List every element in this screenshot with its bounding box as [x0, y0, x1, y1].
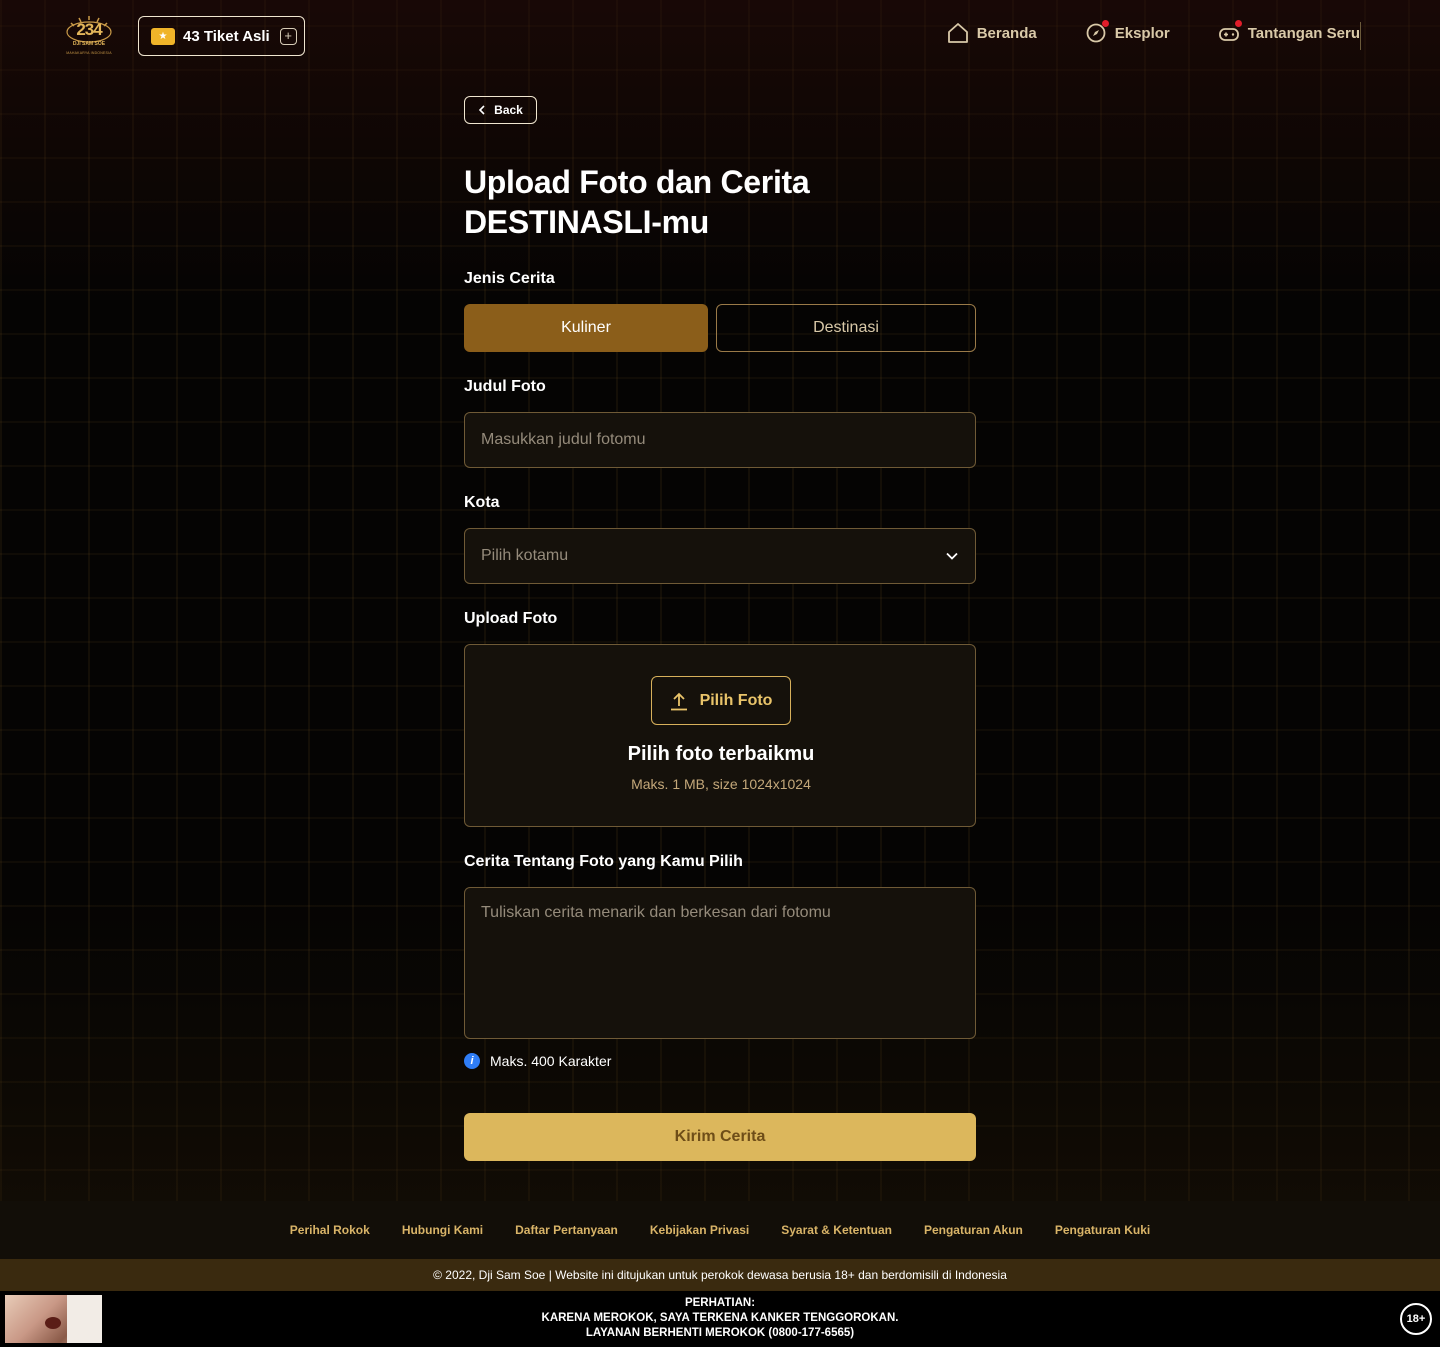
story-type-kuliner-button[interactable]: Kuliner [464, 304, 708, 352]
upload-title: Pilih foto terbaikmu [627, 743, 815, 765]
header: 234 DJI SAM SOE MAHAKARYA INDONESIA ★ 43… [0, 0, 1440, 72]
health-warning-banner: PERHATIAN: KARENA MEROKOK, SAYA TERKENA … [0, 1291, 1440, 1347]
story-textarea[interactable] [465, 888, 975, 1038]
submit-story-button[interactable]: Kirim Cerita [464, 1113, 976, 1161]
city-label: Kota [464, 494, 500, 511]
footer-link-pengaturan-kuki[interactable]: Pengaturan Kuki [1055, 1223, 1150, 1237]
footer-links: Perihal Rokok Hubungi Kami Daftar Pertan… [0, 1201, 1440, 1259]
back-label: Back [494, 103, 523, 117]
footer-link-perihal-rokok[interactable]: Perihal Rokok [290, 1223, 370, 1237]
photo-title-label: Judul Foto [464, 378, 546, 395]
copyright: © 2022, Dji Sam Soe | Website ini dituju… [0, 1259, 1440, 1291]
story-limit-info: i Maks. 400 Karakter [464, 1053, 611, 1069]
footer-link-daftar-pertanyaan[interactable]: Daftar Pertanyaan [515, 1223, 618, 1237]
photo-title-field-wrapper [464, 412, 976, 468]
page-title: Upload Foto dan Cerita DESTINASLI-mu [464, 162, 976, 242]
notification-dot [1101, 20, 1109, 27]
city-select[interactable]: Pilih kotamu [464, 528, 976, 584]
story-type-destinasi-button[interactable]: Destinasi [716, 304, 976, 352]
choose-photo-button[interactable]: Pilih Foto [651, 676, 791, 725]
nav-item-tantangan-seru[interactable]: Tantangan Seru [1218, 20, 1360, 44]
warning-line3: LAYANAN BERHENTI MEROKOK (0800-177-6565) [585, 1327, 855, 1339]
health-warning-text: PERHATIAN: KARENA MEROKOK, SAYA TERKENA … [0, 1296, 1440, 1341]
notification-dot [1234, 20, 1242, 27]
compass-icon-wrapper [1085, 20, 1109, 44]
main-nav: Beranda Eksplor Tantangan Seru [947, 20, 1360, 44]
photo-title-input[interactable] [465, 413, 975, 467]
photo-dropzone[interactable]: Pilih Foto Pilih foto terbaikmu Maks. 1 … [464, 644, 976, 827]
home-icon [947, 23, 968, 43]
chevron-left-icon [479, 105, 485, 115]
warning-line1: PERHATIAN: [684, 1297, 756, 1309]
upload-label: Upload Foto [464, 610, 558, 627]
page-title-line1: Upload Foto dan Cerita [464, 164, 810, 200]
nav-label: Eksplor [1114, 24, 1170, 42]
upload-icon [670, 692, 687, 710]
nav-label: Beranda [976, 24, 1037, 42]
footer-link-pengaturan-akun[interactable]: Pengaturan Akun [924, 1223, 1023, 1237]
page-title-line2: DESTINASLI-mu [464, 204, 709, 240]
choose-photo-label: Pilih Foto [699, 691, 773, 709]
upload-hint: Maks. 1 MB, size 1024x1024 [631, 776, 811, 792]
story-field-wrapper [464, 887, 976, 1039]
footer-link-kebijakan-privasi[interactable]: Kebijakan Privasi [650, 1223, 749, 1237]
logo-number: 234 [76, 20, 102, 39]
nav-item-eksplor[interactable]: Eksplor [1085, 20, 1170, 44]
chevron-down-icon [946, 552, 958, 560]
city-select-value: Pilih kotamu [481, 547, 569, 564]
story-limit-text: Maks. 400 Karakter [490, 1053, 612, 1069]
logo-tagline: MAHAKARYA INDONESIA [66, 51, 112, 55]
age-restriction-badge: 18+ [1400, 1303, 1432, 1335]
logo-brand: DJI SAM SOE [72, 41, 106, 47]
back-button[interactable]: Back [464, 96, 537, 124]
nav-divider [1360, 22, 1361, 50]
story-label: Cerita Tentang Foto yang Kamu Pilih [464, 853, 743, 870]
gamepad-icon-wrapper [1218, 20, 1242, 44]
footer-link-hubungi-kami[interactable]: Hubungi Kami [402, 1223, 483, 1237]
ticket-count-label: 43 Tiket Asli [183, 27, 270, 45]
brand-logo[interactable]: 234 DJI SAM SOE MAHAKARYA INDONESIA [62, 14, 116, 58]
nav-item-beranda[interactable]: Beranda [947, 22, 1037, 44]
ticket-icon: ★ [151, 27, 175, 45]
info-icon: i [464, 1053, 480, 1069]
footer-link-syarat-ketentuan[interactable]: Syarat & Ketentuan [781, 1223, 892, 1237]
warning-line2: KARENA MEROKOK, SAYA TERKENA KANKER TENG… [541, 1312, 899, 1324]
story-type-label: Jenis Cerita [464, 270, 555, 287]
ticket-balance-button[interactable]: ★ 43 Tiket Asli + [138, 16, 305, 56]
plus-icon: + [279, 27, 297, 45]
nav-label: Tantangan Seru [1247, 24, 1360, 42]
